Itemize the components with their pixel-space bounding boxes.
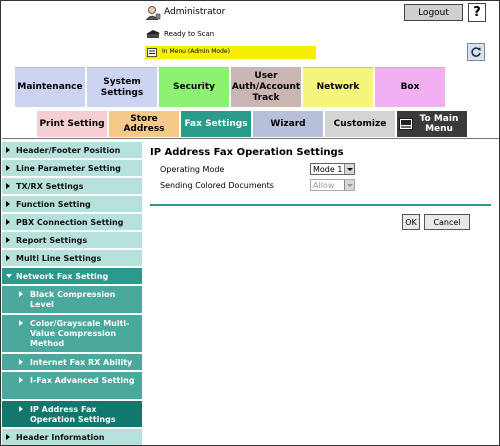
sidebar-subitem-color-grayscale-compression[interactable]: Color/Grayscale Multi-Value Compression … [2, 315, 142, 353]
sidebar-item-label: PBX Connection Setting [16, 218, 124, 227]
sidebar-item-label: Header/Footer Position [16, 146, 121, 155]
chevron-right-icon [19, 377, 23, 383]
sending-colored-documents-select: Allow [310, 179, 355, 191]
chevron-right-icon [19, 320, 23, 326]
sidebar-item-header-information[interactable]: Header Information [2, 429, 142, 445]
chevron-down-icon[interactable] [344, 164, 354, 174]
admin-mode-text: In Menu (Admin Mode) [162, 48, 230, 55]
tab-label: User Auth/Account Track [231, 71, 301, 103]
sidebar-item-label: Report Settings [16, 236, 88, 245]
sidebar-item-label: Line Parameter Setting [16, 164, 121, 173]
chevron-right-icon [6, 237, 10, 243]
refresh-icon[interactable] [467, 43, 485, 61]
operating-mode-value: Mode 1 [313, 165, 343, 174]
sidebar-subitem-ip-address-fax-operation-settings[interactable]: IP Address Fax Operation Settings [2, 401, 142, 428]
tab-to-main-menu[interactable]: To Main Menu [397, 111, 467, 137]
sidebar-item-tx-rx-settings[interactable]: TX/RX Settings [2, 178, 142, 195]
tab-user-auth-account-track[interactable]: User Auth/Account Track [231, 67, 301, 107]
admin-mode-bar: In Menu (Admin Mode) [145, 46, 316, 59]
subtab-label: Print Setting [39, 119, 105, 129]
sending-colored-documents-value: Allow [313, 181, 335, 190]
subtab-label: Store Address [123, 114, 165, 134]
sidebar-subitem-i-fax-advanced-setting[interactable]: I-Fax Advanced Setting [2, 372, 142, 400]
sidebar-subitem-label: Color/Grayscale Multi-Value Compression … [30, 319, 130, 348]
chevron-right-icon [6, 165, 10, 171]
sidebar-subitem-label: I-Fax Advanced Setting [30, 376, 135, 385]
sidebar-item-report-settings[interactable]: Report Settings [2, 232, 142, 249]
sidebar-subitem-black-compression-level[interactable]: Black Compression Level [2, 286, 142, 314]
mode-icon [147, 48, 157, 57]
chevron-right-icon [6, 183, 10, 189]
tab-label: Security [172, 82, 216, 92]
tab-label: Network [316, 82, 360, 92]
tab-box[interactable]: Box [375, 67, 445, 107]
administrator-label: Administrator [164, 7, 226, 17]
sidebar-item-pbx-connection-setting[interactable]: PBX Connection Setting [2, 214, 142, 231]
sidebar-item-label: Header Information [16, 433, 105, 442]
chevron-right-icon [19, 359, 23, 365]
sidebar-subitem-label: IP Address Fax Operation Settings [30, 405, 116, 424]
page-title: IP Address Fax Operation Settings [150, 147, 344, 158]
sidebar-item-function-setting[interactable]: Function Setting [2, 196, 142, 213]
sidebar-item-multi-line-settings[interactable]: Multi Line Settings [2, 250, 142, 267]
sidebar-subitem-internet-fax-rx-ability[interactable]: Internet Fax RX Ability [2, 354, 142, 371]
chevron-right-icon [19, 406, 23, 412]
chevron-right-icon [6, 219, 10, 225]
cancel-button[interactable]: Cancel [424, 214, 470, 230]
tab-label: Box [400, 82, 420, 92]
sidebar-item-label: Function Setting [16, 200, 91, 209]
settings-window: Administrator Logout ? Ready to Scan In … [0, 0, 500, 446]
tab-label: Maintenance [17, 82, 83, 92]
tab-customize[interactable]: Customize [325, 111, 395, 137]
sending-colored-documents-label: Sending Colored Documents [160, 181, 274, 190]
content-divider [150, 204, 491, 206]
subtab-label: Wizard [270, 119, 306, 129]
chevron-right-icon [6, 201, 10, 207]
tab-store-address[interactable]: Store Address [109, 111, 179, 137]
sidebar-item-network-fax-setting[interactable]: Network Fax Setting [2, 268, 142, 285]
tab-network[interactable]: Network [303, 67, 373, 107]
chevron-down-icon [344, 180, 354, 190]
subtab-label: Customize [333, 119, 387, 129]
chevron-right-icon [6, 255, 10, 261]
tab-bar-divider [2, 138, 499, 139]
chevron-down-icon [6, 274, 12, 278]
administrator-icon [145, 6, 161, 20]
status-text: Ready to Scan [164, 30, 215, 38]
tab-fax-settings[interactable]: Fax Settings [181, 111, 251, 137]
tab-label: System Settings [100, 76, 144, 98]
operating-mode-label: Operating Mode [160, 165, 225, 174]
sidebar-item-header-footer-position[interactable]: Header/Footer Position [2, 142, 142, 159]
sidebar-item-line-parameter-setting[interactable]: Line Parameter Setting [2, 160, 142, 177]
sidebar-item-label: Multi Line Settings [16, 254, 102, 263]
sidebar-subitem-label: Black Compression Level [30, 290, 116, 309]
sidebar-item-label: TX/RX Settings [16, 182, 84, 191]
tab-maintenance[interactable]: Maintenance [15, 67, 85, 107]
tab-print-setting[interactable]: Print Setting [37, 111, 107, 137]
operating-mode-select[interactable]: Mode 1 [310, 163, 355, 175]
chevron-right-icon [6, 434, 10, 440]
subtab-label: Fax Settings [184, 119, 248, 129]
tab-security[interactable]: Security [159, 67, 229, 107]
chevron-right-icon [6, 147, 10, 153]
help-icon[interactable]: ? [468, 3, 486, 22]
sidebar-subitem-label: Internet Fax RX Ability [30, 358, 133, 367]
tab-system-settings[interactable]: System Settings [87, 67, 157, 107]
subtab-label: To Main Menu [419, 114, 459, 134]
logout-button[interactable]: Logout [404, 4, 463, 21]
main-menu-icon [399, 118, 413, 130]
printer-status-icon [146, 30, 160, 38]
sidebar-item-label: Network Fax Setting [16, 272, 109, 281]
ok-button[interactable]: OK [402, 214, 420, 230]
tab-wizard[interactable]: Wizard [253, 111, 323, 137]
chevron-right-icon [19, 291, 23, 297]
